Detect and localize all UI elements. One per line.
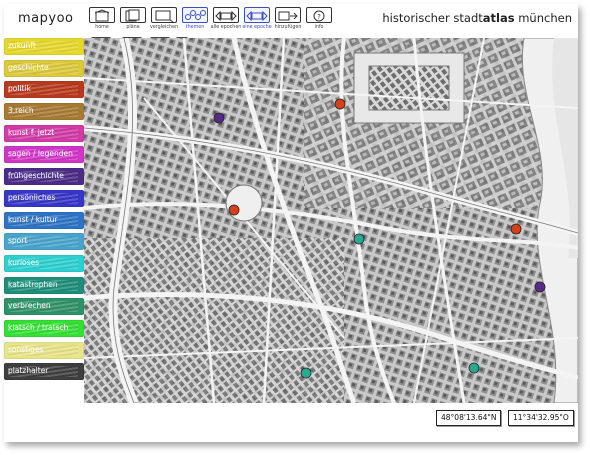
themes-icon <box>185 10 206 20</box>
category-frühgeschichte[interactable]: frühgeschichte <box>4 168 84 186</box>
site-title-suffix: münchen <box>514 11 572 25</box>
map-marker[interactable] <box>228 204 240 216</box>
category-label: 3.reich <box>8 106 34 116</box>
map-marker[interactable] <box>510 223 522 235</box>
toolbar-home-button[interactable]: home <box>86 6 118 34</box>
category-geschichte[interactable]: geschichte <box>4 59 84 77</box>
map-marker[interactable] <box>534 281 546 293</box>
category-label: sonstiges <box>8 344 44 354</box>
longitude-readout: 11°34'32.95"O <box>508 410 574 426</box>
category-label: kunst / kultur <box>8 214 58 224</box>
category-sonstiges[interactable]: sonstiges <box>4 341 84 359</box>
map-marker[interactable] <box>468 362 480 374</box>
toolbar-add-button[interactable]: hinzufügen <box>272 6 304 34</box>
category-kunst-kultur[interactable]: kunst / kultur <box>4 211 84 229</box>
mapyoo-logo[interactable]: mapyoo <box>18 11 73 26</box>
residenz-courtyard <box>368 65 450 111</box>
add-icon <box>278 11 298 21</box>
map-marker[interactable] <box>334 98 346 110</box>
frauenkirche-square <box>225 184 263 222</box>
category-label: politik <box>8 84 31 94</box>
category-label: kurioses <box>8 257 40 267</box>
category-kunst-f-jetzt[interactable]: kunst f. jetzt <box>4 124 84 142</box>
svg-text:?: ? <box>317 13 321 21</box>
category-label: katastrophen <box>8 279 58 289</box>
toolbar-plans-button[interactable]: pläne <box>117 6 149 34</box>
category-politik[interactable]: politik <box>4 81 84 99</box>
site-title-prefix: historischer stadt <box>382 11 483 25</box>
category-label: persönliches <box>8 192 56 202</box>
compare-icon <box>155 10 174 23</box>
toolbar-info-button[interactable]: ? info <box>303 6 335 34</box>
site-title-bold: atlas <box>482 11 515 25</box>
category-label: platzhalter <box>8 366 49 376</box>
category-label: kunst f. jetzt <box>8 127 55 137</box>
category-label: klatsch / tratsch <box>8 322 69 332</box>
home-icon <box>94 9 110 22</box>
category-label: sport <box>8 236 28 246</box>
site-title: historischer stadtatlas münchen <box>382 11 572 25</box>
category-label: sagen / legenden <box>8 149 73 159</box>
toolbar-all-epochs-button[interactable]: alle epochen <box>210 6 242 34</box>
category-label: zukunft <box>8 41 36 50</box>
category-sagen-legenden[interactable]: sagen / legenden <box>4 146 84 164</box>
map-marker[interactable] <box>213 112 225 124</box>
toolbar-compare-button[interactable]: vergleichen <box>148 6 180 34</box>
category-klatsch-tratsch[interactable]: klatsch / tratsch <box>4 319 84 337</box>
city-map[interactable] <box>84 38 578 403</box>
map-marker[interactable] <box>300 367 312 379</box>
plans-icon <box>125 9 140 22</box>
category-3-reich[interactable]: 3.reich <box>4 103 84 121</box>
category-zukunft[interactable]: zukunft <box>4 38 84 55</box>
latitude-readout: 48°08'13.64"N <box>436 410 502 426</box>
category-kurioses[interactable]: kurioses <box>4 254 84 272</box>
all-epochs-icon <box>215 10 237 22</box>
category-label: frühgeschichte <box>8 171 64 181</box>
category-label: geschichte <box>8 62 49 72</box>
map-marker[interactable] <box>353 233 365 245</box>
toolbar-info-label: info <box>314 25 324 30</box>
category-verbrechen[interactable]: verbrechen <box>4 298 84 316</box>
one-epoch-icon <box>246 10 268 22</box>
toolbar-themes-button[interactable]: themen <box>179 6 211 34</box>
category-label: verbrechen <box>8 301 51 311</box>
category-sidebar: zukunft geschichte politik 3.reich kunst f. … <box>4 38 84 385</box>
info-icon: ? <box>313 10 325 22</box>
toolbar-one-epoch-button[interactable]: eine epoche <box>241 6 273 34</box>
category-persönliches[interactable]: persönliches <box>4 189 84 207</box>
category-katastrophen[interactable]: katastrophen <box>4 276 84 294</box>
category-sport[interactable]: sport <box>4 233 84 251</box>
map-canvas[interactable] <box>84 38 578 403</box>
category-platzhalter[interactable]: platzhalter <box>4 363 84 381</box>
